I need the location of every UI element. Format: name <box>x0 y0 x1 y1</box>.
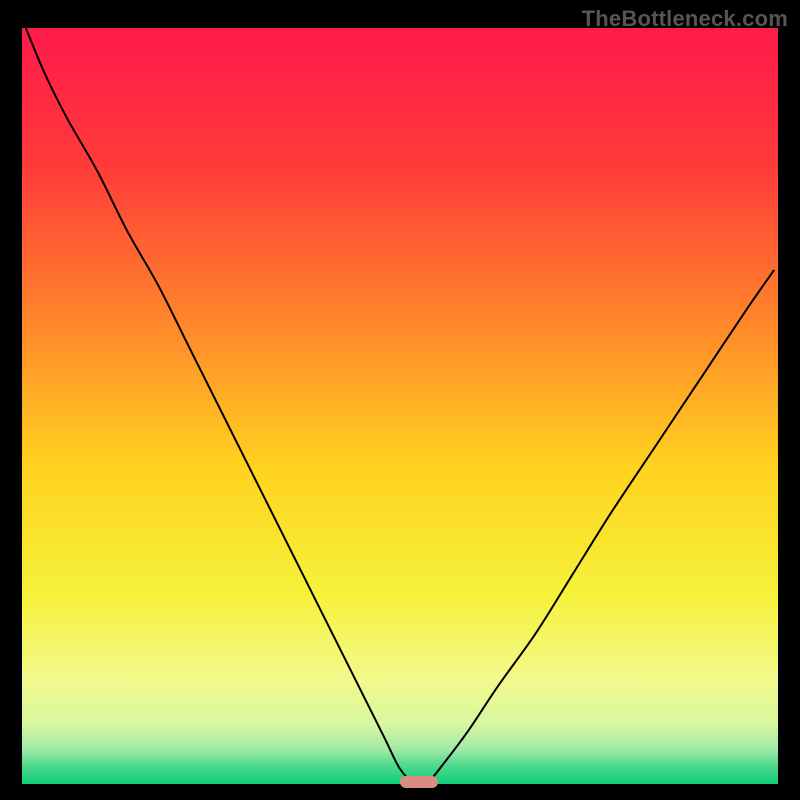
bottleneck-curve <box>26 28 774 784</box>
min-band-marker <box>400 776 438 788</box>
plot-svg <box>22 28 778 784</box>
plot-area <box>22 28 778 784</box>
chart-stage: TheBottleneck.com <box>0 0 800 800</box>
